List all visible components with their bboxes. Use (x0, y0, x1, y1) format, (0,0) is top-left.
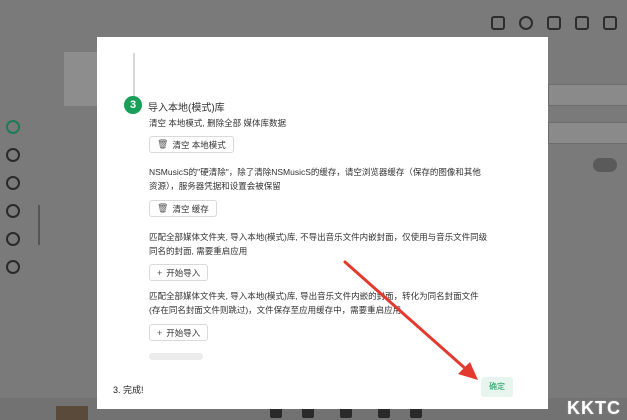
import-cover-description-line2: (存在同名封面文件则跳过)，文件保存至应用缓存中，需要重启应用 (149, 305, 402, 315)
home-icon[interactable] (6, 148, 20, 162)
music-note-icon[interactable] (6, 204, 20, 218)
import-cover-description-line1: 匹配全部媒体文件夹, 导入本地(模式)库, 导出音乐文件内嵌的封面，转化为同名封… (149, 291, 479, 301)
window-toolbar (491, 16, 617, 30)
theme-toggle-icon[interactable] (519, 16, 533, 30)
minimize-icon[interactable] (603, 16, 617, 30)
library-icon[interactable] (6, 260, 20, 274)
export-icon[interactable] (491, 16, 505, 30)
clear-local-label: 清空 本地模式 (172, 139, 226, 150)
clear-cache-button[interactable]: 🗑 清空 缓存 (149, 200, 217, 217)
start-import-button-1[interactable]: + 开始导入 (149, 264, 209, 281)
plus-icon: + (157, 267, 163, 278)
hard-clear-description-line2: 资源），服务器凭据和设置会被保留 (149, 181, 281, 191)
background-select (548, 84, 627, 106)
start-import-label: 开始导入 (166, 267, 201, 278)
step-title: 导入本地(模式)库 (148, 103, 225, 114)
sidebar-divider (38, 205, 40, 245)
trash-icon: 🗑 (157, 203, 169, 213)
import-dialog: 3 导入本地(模式)库 清空 本地模式, 删除全部 媒体库数据 🗑 清空 本地模… (97, 37, 548, 409)
clear-local-description: 清空 本地模式, 删除全部 媒体库数据 (149, 118, 286, 128)
fullscreen-icon[interactable] (547, 16, 561, 30)
hard-clear-description-line1: NSMusicS的"硬清除"，除了清除NSMusicS的缓存，请空浏览器缓存（保… (149, 167, 481, 177)
window-icon[interactable] (575, 16, 589, 30)
watermark-logo: KKTC (567, 398, 621, 418)
done-step-label: 3. 完成! (113, 385, 144, 395)
album-thumbnail (56, 406, 88, 420)
background-toggle (593, 158, 617, 172)
clear-local-button[interactable]: 🗑 清空 本地模式 (149, 136, 234, 153)
import-description-line1: 匹配全部媒体文件夹, 导入本地(模式)库, 不导出音乐文件内嵌封面，仅使用与音乐… (149, 232, 488, 242)
import-description-line2: 同名的封面, 需要重启应用 (149, 246, 248, 256)
settings-icon[interactable] (6, 120, 20, 134)
trash-icon: 🗑 (157, 139, 169, 149)
start-import-button-2[interactable]: + 开始导入 (149, 324, 209, 341)
user-icon[interactable] (6, 232, 20, 246)
sidebar (0, 120, 26, 274)
import-progress-bar (149, 353, 203, 360)
step-number-badge: 3 (124, 96, 142, 114)
disc-icon[interactable] (6, 176, 20, 190)
clear-cache-label: 清空 缓存 (172, 203, 209, 214)
background-select (548, 122, 627, 144)
start-import-label: 开始导入 (166, 327, 201, 338)
plus-icon: + (157, 327, 163, 338)
confirm-button[interactable]: 确定 (481, 377, 513, 397)
